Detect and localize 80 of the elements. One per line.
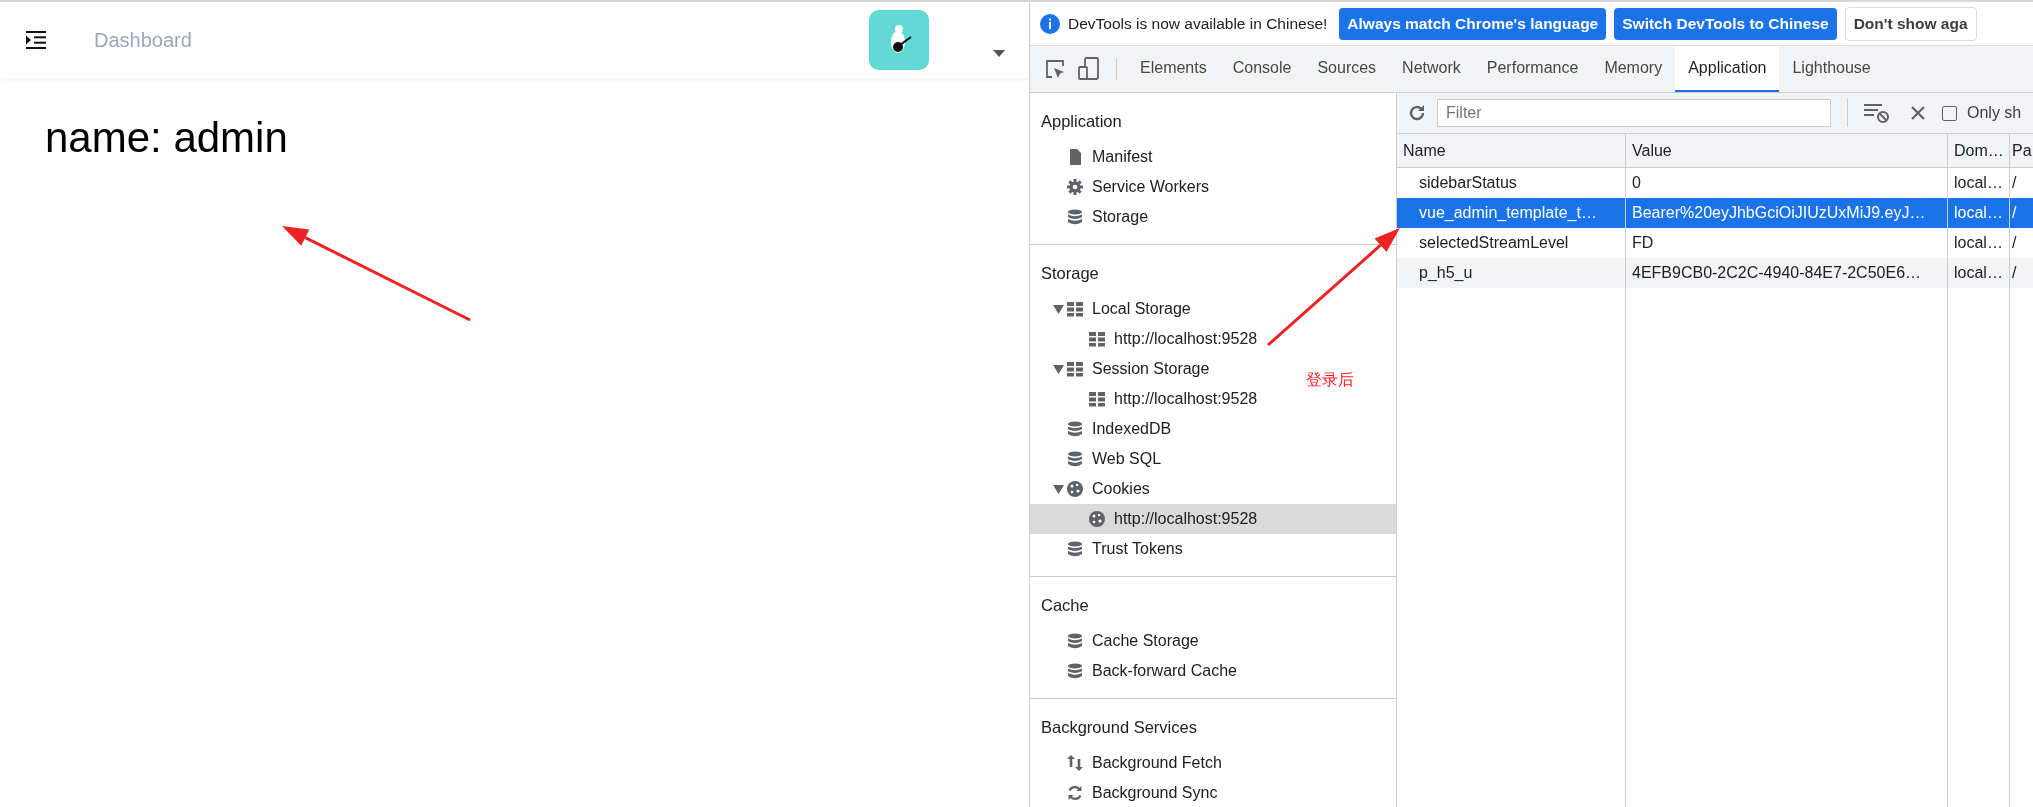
close-icon[interactable] bbox=[1910, 105, 1926, 121]
section-title: Application bbox=[1040, 111, 1123, 132]
database-icon bbox=[1066, 208, 1084, 226]
panel-tab[interactable]: Performance bbox=[1473, 46, 1592, 92]
grid-icon bbox=[1088, 390, 1106, 408]
table-cell: local… bbox=[1948, 198, 2010, 228]
panel-tab[interactable]: Application bbox=[1675, 46, 1780, 92]
sidebar-item[interactable]: Service Workers bbox=[1050, 172, 1210, 202]
table-cell-text: / bbox=[2011, 233, 2018, 253]
inspect-icon[interactable] bbox=[1044, 58, 1066, 80]
table-cell: 4EFB9CB0-2C2C-4940-84E7-2C50E6… bbox=[1626, 258, 1948, 288]
infobar-button[interactable]: Always match Chrome's language bbox=[1339, 7, 1607, 40]
column-header[interactable]: Value bbox=[1626, 134, 1948, 167]
sidebar-item[interactable]: Trust Tokens bbox=[1050, 534, 1183, 564]
table-cell-text: / bbox=[2011, 263, 2018, 283]
checkbox[interactable] bbox=[1942, 105, 1957, 121]
caret-icon[interactable] bbox=[993, 49, 1005, 57]
expand-triangle-icon[interactable] bbox=[1052, 364, 1064, 374]
cookie-icon bbox=[1066, 480, 1084, 498]
panel-tab[interactable]: Console bbox=[1219, 46, 1305, 92]
sync-icon bbox=[1066, 784, 1084, 802]
infobar-button[interactable]: Switch DevTools to Chinese bbox=[1614, 7, 1837, 40]
clear-filter-icon[interactable] bbox=[1864, 102, 1890, 124]
sidebar-item[interactable]: Session Storage bbox=[1050, 354, 1210, 384]
sidebar-item[interactable]: Storage bbox=[1050, 202, 1149, 232]
sidebar-item[interactable]: http://localhost:9528 bbox=[1072, 384, 1258, 414]
up-down-arrows-icon bbox=[1066, 754, 1084, 772]
table-cell: Bearer%20eyJhbGciOiJIUzUxMiJ9.eyJ… bbox=[1626, 198, 1948, 228]
sidebar-item[interactable]: Background Fetch bbox=[1050, 748, 1222, 778]
annotation-note: 登录后 bbox=[1306, 370, 1354, 390]
table-cell: vue_admin_template_t… bbox=[1397, 198, 1626, 228]
sidebar-item[interactable]: Cache Storage bbox=[1050, 626, 1199, 656]
database-icon bbox=[1066, 632, 1084, 650]
grid-icon bbox=[1066, 360, 1084, 378]
sidebar-item[interactable]: http://localhost:9528 bbox=[1072, 324, 1258, 354]
table-cell-text: / bbox=[2011, 173, 2018, 193]
infobar-button[interactable]: Don't show aga bbox=[1844, 6, 1977, 41]
grid-icon bbox=[1066, 300, 1084, 318]
checkbox-label: Only sh bbox=[1967, 104, 2022, 122]
section-title: Cache bbox=[1040, 595, 1090, 616]
panel-tab[interactable]: Lighthouse bbox=[1779, 46, 1884, 92]
panel-tab[interactable]: Sources bbox=[1304, 46, 1390, 92]
expand-triangle-icon[interactable] bbox=[1052, 304, 1064, 314]
table-row[interactable]: p_h5_u 4EFB9CB0-2C2C-4940-84E7-2C50E6… local… / bbox=[1397, 258, 2033, 288]
avatar-icon[interactable] bbox=[869, 10, 929, 70]
table-row[interactable]: vue_admin_template_t… Bearer%20eyJhbGciOiJIUzUxMiJ9.eyJ… local… / bbox=[1397, 198, 2033, 228]
database-icon bbox=[1066, 450, 1084, 468]
table-cell: local… bbox=[1948, 258, 2010, 288]
sidebar-item[interactable]: Background Sync bbox=[1050, 778, 1218, 807]
sidebar-item[interactable]: Local Storage bbox=[1050, 294, 1191, 324]
panel-tab[interactable]: Elements bbox=[1127, 46, 1220, 92]
table-cell: p_h5_u bbox=[1397, 258, 1626, 288]
sidebar-item[interactable]: Cookies bbox=[1050, 474, 1150, 504]
gear-icon bbox=[1066, 178, 1084, 196]
column-header[interactable]: Dom… bbox=[1948, 134, 2010, 167]
device-toolbar-icon[interactable] bbox=[1078, 57, 1100, 81]
panel-tab[interactable]: Network bbox=[1389, 46, 1474, 92]
filter-field[interactable]: Filter bbox=[1437, 99, 1831, 127]
sidebar-item[interactable]: IndexedDB bbox=[1050, 414, 1172, 444]
column-header[interactable]: Pa bbox=[2010, 134, 2033, 167]
section-title: Background Services bbox=[1040, 717, 1198, 738]
sidebar-item[interactable]: Web SQL bbox=[1050, 444, 1162, 474]
breadcrumb: Dashboard bbox=[94, 28, 193, 52]
database-icon bbox=[1066, 540, 1084, 558]
info-icon bbox=[1040, 13, 1060, 34]
table-cell-text: / bbox=[2011, 203, 2018, 223]
grid-icon bbox=[1088, 330, 1106, 348]
database-icon bbox=[1066, 662, 1084, 680]
database-icon bbox=[1066, 420, 1084, 438]
infobar-message: DevTools is now available in Chinese! bbox=[1068, 14, 1328, 33]
sidebar-item[interactable]: Back-forward Cache bbox=[1050, 656, 1237, 686]
menu-icon[interactable] bbox=[26, 31, 46, 49]
column-header[interactable]: Name bbox=[1397, 134, 1626, 167]
section-title: Storage bbox=[1040, 263, 1100, 284]
panel-tab[interactable]: Memory bbox=[1591, 46, 1676, 92]
refresh-icon[interactable] bbox=[1407, 103, 1427, 123]
user-name: name: admin bbox=[44, 113, 289, 163]
expand-triangle-icon[interactable] bbox=[1052, 484, 1064, 494]
cookie-icon bbox=[1088, 510, 1106, 528]
sidebar-item[interactable]: Manifest bbox=[1050, 142, 1153, 172]
